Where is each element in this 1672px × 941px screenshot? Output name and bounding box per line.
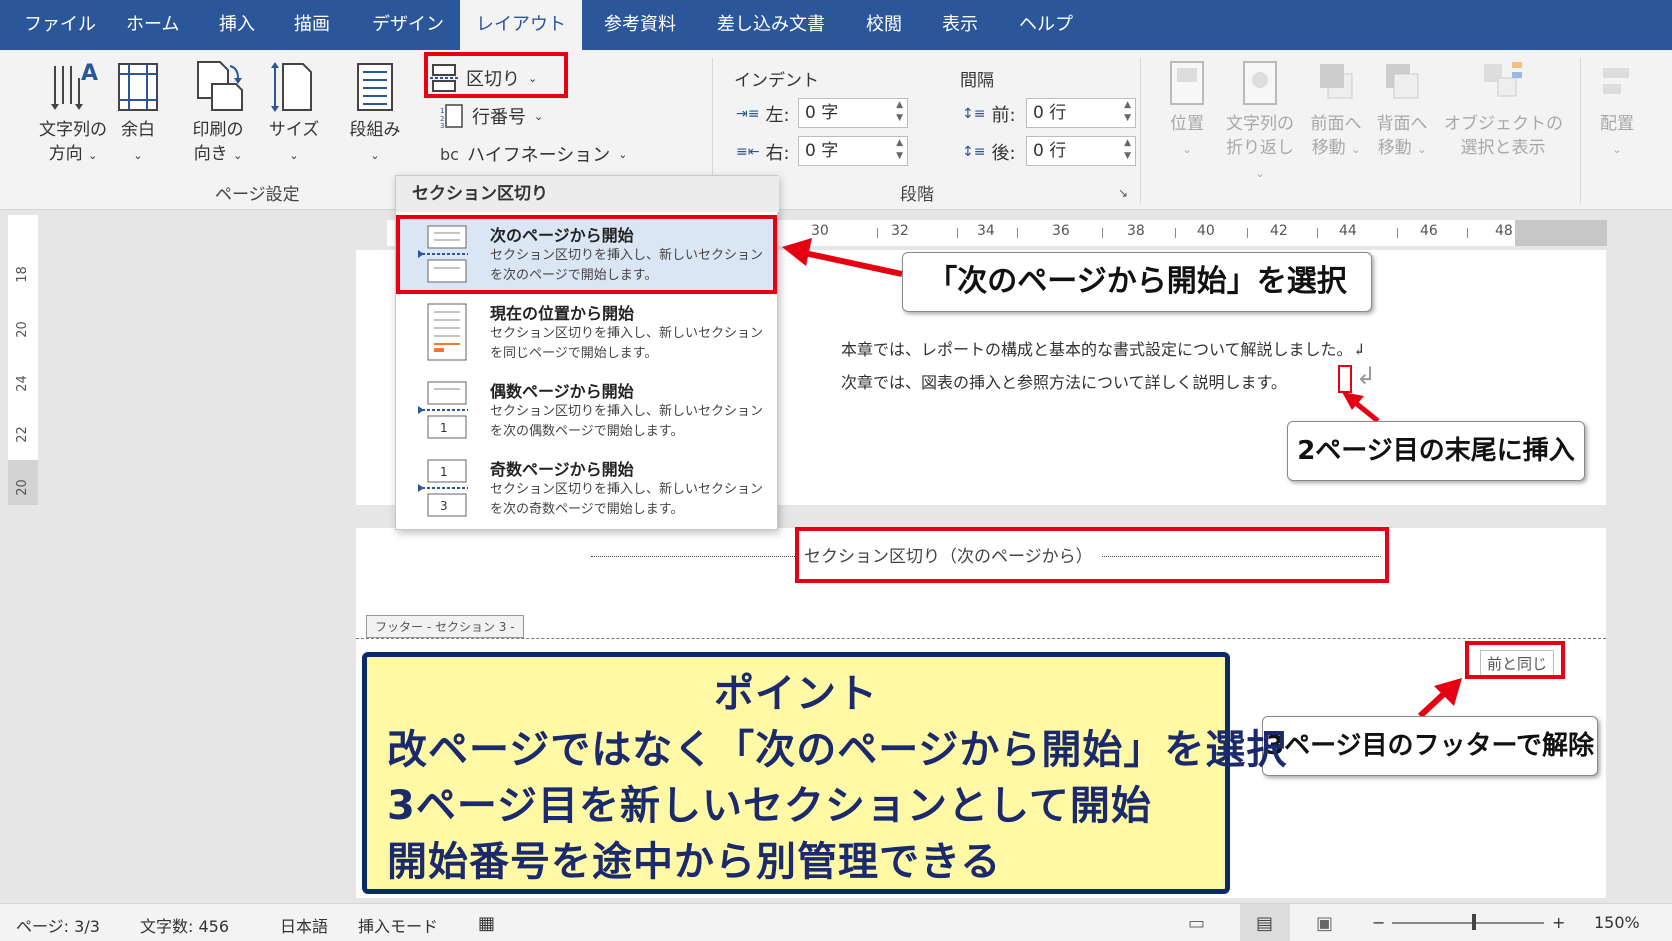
callout-select-next-page: 「次のページから開始」を選択 <box>902 252 1372 312</box>
arrow-to-cursor <box>1342 392 1380 423</box>
insert-mode[interactable]: 挿入モード <box>358 913 438 937</box>
zoom-out-button[interactable]: − <box>1372 913 1385 932</box>
word-count[interactable]: 文字数: 456 <box>140 913 229 937</box>
zoom-in-button[interactable]: + <box>1552 913 1565 932</box>
zoom-slider[interactable] <box>1392 922 1544 924</box>
point-title: ポイント <box>714 671 878 717</box>
point-line: 開始番号を途中から別管理できる <box>387 839 1002 885</box>
point-line: 改ページではなく「次のページから開始」を選択 <box>387 727 1288 773</box>
callout-unlink-footer: 3ページ目のフッターで解除 <box>1262 716 1598 776</box>
status-bar: ページ: 3/3 文字数: 456 日本語 挿入モード ▦ ▭ ▤ ▣ − + … <box>0 903 1672 941</box>
callout-insert-end: 2ページ目の末尾に挿入 <box>1287 421 1585 481</box>
language-indicator[interactable]: 日本語 <box>280 913 328 937</box>
point-box: ポイント 改ページではなく「次のページから開始」を選択 3ページ目を新しいセクシ… <box>362 652 1286 894</box>
point-line: 3ページ目を新しいセクションとして開始 <box>387 783 1152 829</box>
zoom-slider-handle[interactable] <box>1472 914 1476 930</box>
print-layout-icon: ▤ <box>1256 913 1274 934</box>
read-mode-icon[interactable]: ▭ <box>1188 913 1205 934</box>
arrow-to-same-as-previous <box>1417 678 1462 719</box>
macro-icon[interactable]: ▦ <box>478 913 495 934</box>
arrow-to-next-page <box>782 238 903 277</box>
zoom-level[interactable]: 150% <box>1594 913 1640 932</box>
page-count[interactable]: ページ: 3/3 <box>16 913 100 937</box>
web-layout-icon[interactable]: ▣ <box>1316 913 1333 934</box>
